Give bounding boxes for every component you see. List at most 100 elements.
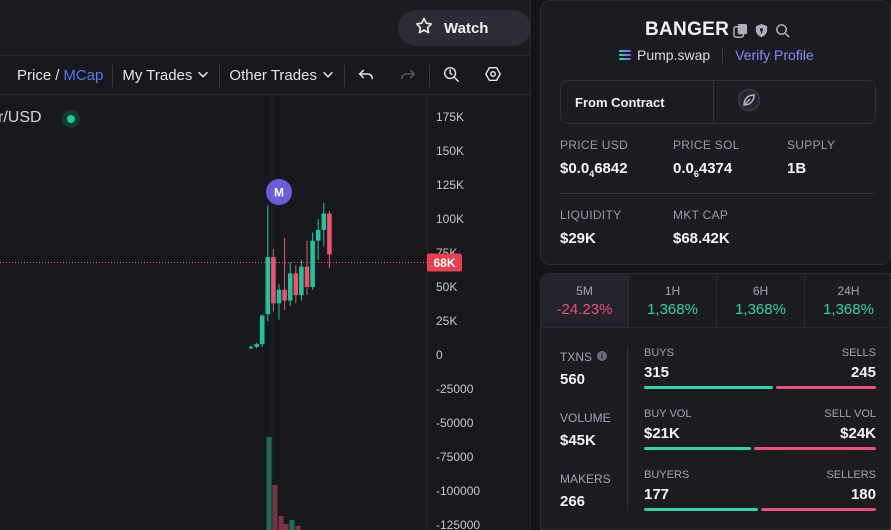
sells-value: 245 [850, 364, 876, 381]
hexagon-settings-icon [484, 65, 502, 87]
tab-5m[interactable]: 5M -24.23% [541, 274, 629, 327]
sellers-label: SELLERS [826, 469, 876, 481]
volume-bar [278, 516, 284, 530]
chevron-down-icon [196, 67, 210, 85]
y-axis-tick-label: 25K [436, 314, 457, 328]
buys-sells: BUYS SELLS 315 245 [644, 347, 876, 389]
watch-button[interactable]: Watch [398, 10, 530, 46]
buy-bar [644, 386, 773, 389]
chart-panel: Watch Price / MCap My Trades Other Trade… [0, 0, 531, 530]
buys-sells-bar [644, 386, 876, 389]
stat-mkt-cap: MKT CAP $68.42K [673, 208, 730, 247]
app-root: Watch Price / MCap My Trades Other Trade… [0, 0, 891, 530]
candle-body [299, 266, 304, 296]
buys-value: 315 [644, 364, 670, 381]
search-icon[interactable] [775, 23, 790, 38]
sell-vol-label: SELL VOL [824, 408, 876, 420]
candle-body [321, 213, 327, 230]
tab-1h[interactable]: 1H 1,368% [629, 274, 717, 327]
y-axis-tick-label: 175K [436, 110, 464, 124]
shield-icon[interactable] [754, 23, 769, 38]
timeframe-label: 24H [837, 283, 860, 298]
y-axis-tick-label: 50K [436, 280, 457, 294]
buy-vol-value: $21K [644, 425, 680, 442]
metrics-divider [627, 346, 628, 511]
leaf-button[interactable] [714, 81, 784, 123]
stat-liquidity: LIQUIDITY $29K [560, 208, 621, 247]
dex-divider [722, 47, 724, 63]
chevron-down-icon [321, 67, 335, 85]
timeframe-change: 1,368% [735, 300, 786, 318]
volume-label: VOLUME [560, 411, 611, 425]
buy-vol-bar [644, 447, 751, 450]
buyers-label: BUYERS [644, 469, 690, 481]
other-trades-dropdown[interactable]: Other Trades [220, 67, 344, 85]
migration-marker-label: M [274, 186, 284, 200]
candle-body [304, 266, 310, 287]
settings-button[interactable] [472, 65, 514, 87]
my-trades-dropdown[interactable]: My Trades [113, 67, 219, 85]
watch-label: Watch [444, 19, 489, 37]
buyers-value: 177 [644, 486, 670, 503]
candle-body [327, 213, 332, 255]
undo-icon [357, 65, 375, 87]
other-trades-label: Other Trades [229, 67, 317, 84]
price-chart[interactable]: 175K150K125K100K75K50K25K0-25000-50000-7… [0, 96, 531, 530]
candle-body [259, 315, 265, 345]
buys-label: BUYS [644, 347, 674, 359]
sell-vol-bar [753, 447, 876, 450]
undo-button[interactable] [345, 65, 387, 87]
price-mcap-toggle[interactable]: Price / MCap [0, 67, 112, 84]
y-axis-tick-label: 150K [436, 144, 464, 158]
txns-label: TXNS [560, 350, 593, 364]
buy-sell-volume-bar [644, 447, 876, 450]
buyers-sellers-bar [644, 508, 876, 511]
from-contract-tab[interactable]: From Contract [561, 81, 714, 123]
price-mcap-separator: / [55, 67, 60, 84]
tab-24h[interactable]: 24H 1,368% [805, 274, 890, 327]
volume-bar [295, 526, 301, 530]
candle-body [315, 229, 321, 241]
token-actions [733, 23, 790, 38]
stats-divider [560, 193, 875, 194]
y-axis-tick-label: 100K [436, 212, 464, 226]
stat-label: SUPPLY [787, 138, 836, 152]
chart-top-bar: Watch [0, 0, 530, 56]
stat-label: LIQUIDITY [560, 208, 622, 222]
timeframe-label: 1H [664, 283, 681, 298]
candle-body [271, 257, 276, 304]
timeframe-label: 5M [576, 283, 593, 298]
txns-value: 560 [560, 371, 586, 388]
redo-button[interactable] [387, 65, 429, 87]
buyers-sellers: BUYERS SELLERS 177 180 [644, 469, 876, 511]
tab-6h[interactable]: 6H 1,368% [717, 274, 805, 327]
dex-row: Pump.swap Verify Profile [619, 47, 814, 63]
timeframe-change: 1,368% [647, 300, 698, 318]
y-axis-tick-label: -50000 [436, 416, 474, 430]
makers-value: 266 [560, 493, 586, 510]
candle-body [276, 289, 282, 304]
verify-profile-link[interactable]: Verify Profile [735, 47, 814, 63]
contract-box: From Contract [560, 80, 876, 124]
stat-supply: SUPPLY 1B [787, 138, 835, 177]
redo-icon [399, 65, 417, 87]
y-axis-tick-label: 0 [436, 348, 443, 362]
stat-price-usd: PRICE USD $0.046842 [560, 138, 628, 179]
metric-volume: VOLUME $45K [560, 411, 611, 449]
dex-name[interactable]: Pump.swap [637, 47, 710, 63]
token-name: BANGER [645, 19, 730, 40]
y-axis-tick-label: 125K [436, 178, 464, 192]
y-axis-tick-label: -125000 [436, 518, 480, 530]
candle-body [265, 257, 271, 315]
sell-bar [775, 386, 876, 389]
mcap-label: MCap [63, 67, 104, 84]
metric-txns: TXNS 560 [560, 350, 608, 388]
timeframe-change: -24.23% [556, 300, 613, 318]
magic-zoom-button[interactable] [430, 65, 472, 87]
info-icon[interactable] [597, 350, 608, 364]
zoom-sparkle-icon [442, 65, 460, 87]
candle-body [310, 240, 315, 287]
candle-body [248, 346, 254, 349]
copy-icon[interactable] [733, 23, 748, 38]
y-axis-tick-label: -25000 [436, 382, 474, 396]
